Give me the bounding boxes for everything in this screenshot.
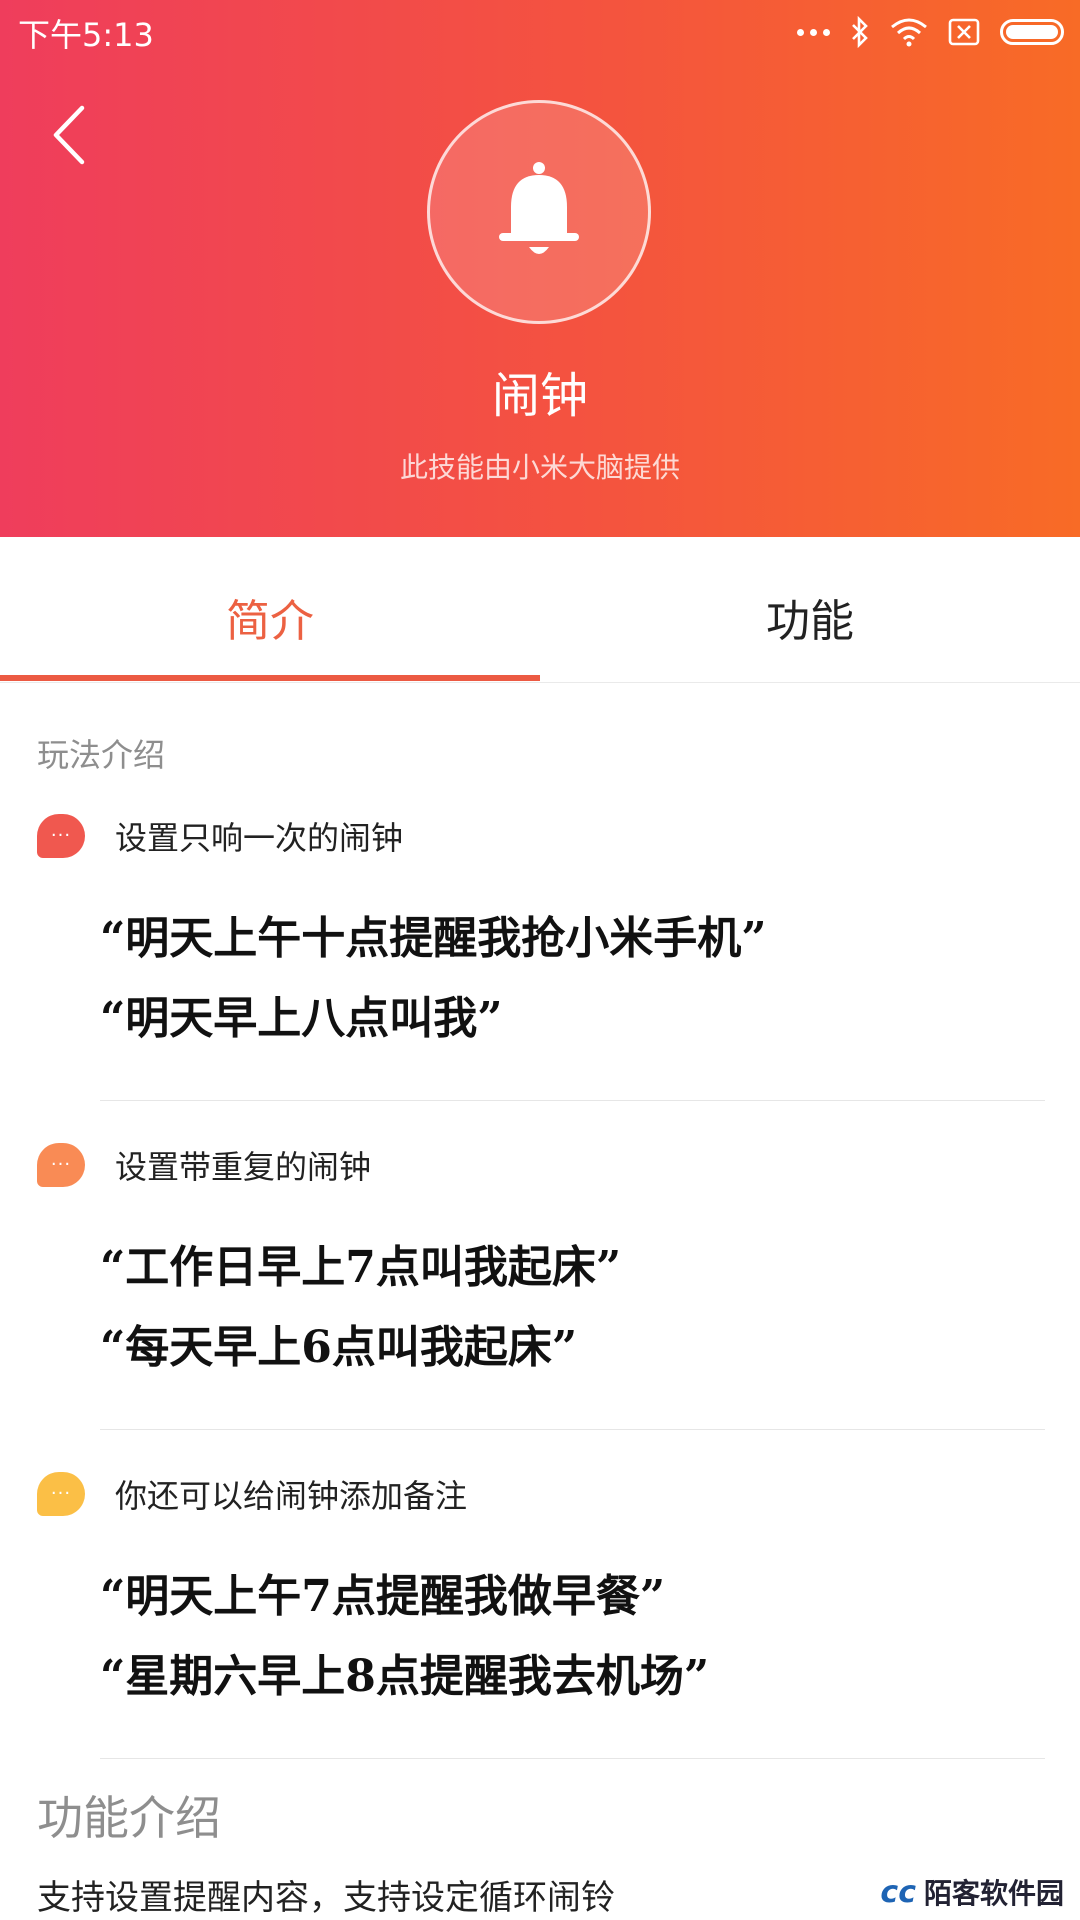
function-intro-title: 功能介绍: [37, 1791, 221, 1845]
tab-function[interactable]: 功能: [540, 585, 1080, 649]
no-sim-icon: [948, 18, 980, 46]
example-phrase: “明天上午十点提醒我抢小米手机”: [100, 913, 767, 964]
chat-bubble-icon: ···: [37, 1143, 85, 1187]
status-icons: [797, 14, 1064, 50]
bluetooth-icon: [852, 16, 868, 48]
watermark-text: 陌客软件园: [923, 1877, 1064, 1910]
usage-item-title: 你还可以给闹钟添加备注: [115, 1477, 468, 1515]
chevron-left-icon: [53, 105, 85, 165]
example-phrase: “明天上午7点提醒我做早餐”: [100, 1571, 666, 1622]
tab-intro[interactable]: 简介: [0, 585, 540, 649]
divider: [100, 1100, 1045, 1101]
chat-bubble-icon: ···: [37, 1472, 85, 1516]
active-tab-indicator: [0, 675, 540, 681]
back-button[interactable]: [46, 100, 96, 170]
example-phrase: “明天早上八点叫我”: [100, 993, 503, 1044]
bell-icon: [499, 162, 579, 254]
skill-provider: 此技能由小米大脑提供: [399, 451, 680, 484]
example-phrase: “工作日早上7点叫我起床”: [100, 1242, 622, 1293]
usage-item-header: ··· 你还可以给闹钟添加备注: [37, 1470, 467, 1518]
example-phrase: “每天早上6点叫我起床”: [100, 1322, 578, 1373]
status-time: 下午5:13: [18, 16, 154, 54]
divider: [100, 1758, 1045, 1759]
wifi-icon: [891, 18, 927, 47]
example-phrase: “星期六早上8点提醒我去机场”: [100, 1651, 710, 1702]
usage-item-header: ··· 设置带重复的闹钟: [37, 1141, 371, 1189]
section-label: 玩法介绍: [37, 736, 166, 774]
skill-title: 闹钟: [491, 368, 588, 424]
watermark: cc 陌客软件园: [880, 1872, 1064, 1912]
battery-icon: [1000, 19, 1064, 45]
usage-item-title: 设置带重复的闹钟: [115, 1148, 372, 1186]
chat-bubble-icon: ···: [37, 814, 85, 858]
watermark-logo-icon: cc: [880, 1874, 916, 1910]
usage-item-title: 设置只响一次的闹钟: [115, 819, 404, 857]
more-dots-icon: [797, 28, 830, 36]
tab-bar: 简介 功能: [0, 537, 1080, 683]
header-banner: 下午5:13 闹钟 此技能由小米大脑提供: [0, 0, 1080, 537]
skill-icon-circle: [427, 100, 651, 324]
usage-item-header: ··· 设置只响一次的闹钟: [37, 812, 403, 860]
status-bar: 下午5:13: [0, 0, 1080, 62]
divider: [100, 1429, 1045, 1430]
function-intro-description: 支持设置提醒内容，支持设定循环闹铃: [37, 1878, 615, 1918]
